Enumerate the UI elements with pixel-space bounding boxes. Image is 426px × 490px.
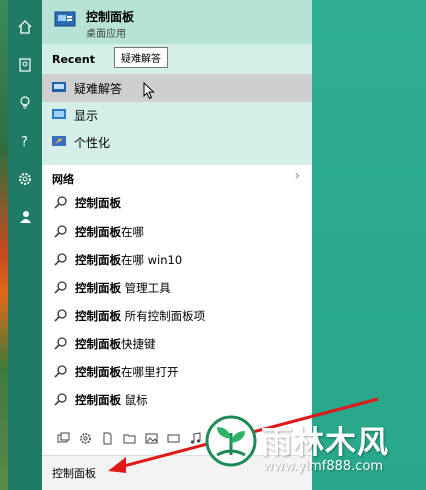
recent-item-label: 显示 <box>74 108 99 123</box>
best-match-control-panel[interactable]: 控制面板 桌面应用 <box>42 0 312 44</box>
lightbulb-icon[interactable] <box>8 86 42 120</box>
music-filter-icon[interactable] <box>184 427 206 449</box>
suggestion-rest: 快捷键 <box>121 336 156 351</box>
recent-header: Recent <box>52 53 96 66</box>
search-icon <box>54 196 67 209</box>
suggestion-bold: 控制面板 <box>75 308 121 323</box>
photos-filter-icon[interactable] <box>140 427 162 449</box>
folder-filter-icon[interactable] <box>118 427 140 449</box>
notebook-icon[interactable] <box>8 48 42 82</box>
best-match-title: 控制面板 <box>86 10 135 24</box>
watermark-logo-icon <box>205 415 257 467</box>
apps-filter-icon[interactable] <box>52 427 74 449</box>
recent-item-personalize[interactable]: 个性化 <box>42 128 312 156</box>
web-suggestion[interactable]: 控制面板快捷键 <box>42 329 312 358</box>
home-icon[interactable] <box>8 10 42 44</box>
suggestion-bold: 控制面板 <box>75 195 121 210</box>
suggestion-rest: 在哪里打开 <box>121 364 179 379</box>
web-suggestion[interactable]: 控制面板 管理工具 <box>42 273 312 302</box>
recent-item-label: 个性化 <box>74 135 111 150</box>
search-icon <box>54 225 67 238</box>
web-suggestion[interactable]: 控制面板在哪 win10 <box>42 245 312 274</box>
suggestion-rest: 在哪 win10 <box>121 252 183 267</box>
search-icon <box>54 253 67 266</box>
suggestion-bold: 控制面板 <box>75 224 121 239</box>
personalize-icon <box>52 136 66 146</box>
troubleshoot-icon <box>52 82 66 92</box>
watermark-title: 雨林木风 <box>261 425 389 461</box>
svg-text:?: ? <box>21 135 28 149</box>
suggestion-rest: 在哪 <box>121 224 144 239</box>
recent-item-troubleshoot[interactable]: 疑难解答 <box>42 74 312 102</box>
display-icon <box>52 109 66 119</box>
web-suggestion[interactable]: 控制面板 鼠标 <box>42 385 312 414</box>
search-icon <box>54 309 67 322</box>
tooltip: 疑难解答 <box>114 47 168 68</box>
settings-gear-icon[interactable] <box>8 162 42 196</box>
mouse-cursor-icon <box>143 82 155 100</box>
control-panel-app-icon <box>54 11 76 27</box>
search-icon <box>54 281 67 294</box>
recent-item-label: 疑难解答 <box>74 81 123 96</box>
suggestion-bold: 控制面板 <box>75 336 121 351</box>
desktop-background-left <box>0 0 8 490</box>
suggestion-bold: 控制面板 <box>75 364 121 379</box>
videos-filter-icon[interactable] <box>162 427 184 449</box>
search-query: 控制面板 <box>52 467 96 480</box>
document-filter-icon[interactable] <box>96 427 118 449</box>
search-icon <box>54 393 67 406</box>
recent-item-display[interactable]: 显示 <box>42 101 312 129</box>
suggestion-rest: 所有控制面板项 <box>121 308 206 323</box>
suggestion-bold: 控制面板 <box>75 392 121 407</box>
suggestion-bold: 控制面板 <box>75 280 121 295</box>
start-left-rail: ? <box>8 0 42 490</box>
suggestion-rest: 管理工具 <box>121 280 171 295</box>
web-suggestion[interactable]: 控制面板 所有控制面板项 <box>42 301 312 330</box>
search-icon <box>54 365 67 378</box>
suggestion-rest: 鼠标 <box>121 392 148 407</box>
web-section-header: 网络 <box>52 173 74 186</box>
search-icon <box>54 337 67 350</box>
watermark-url: www.ylmf888.com <box>263 459 384 474</box>
suggestion-bold: 控制面板 <box>75 252 121 267</box>
web-suggestion[interactable]: 控制面板在哪 <box>42 217 312 246</box>
web-suggestion[interactable]: 控制面板在哪里打开 <box>42 357 312 386</box>
feedback-person-icon[interactable] <box>8 200 42 234</box>
watermark: 雨林木风 www.ylmf888.com <box>205 415 426 490</box>
best-match-subtitle: 桌面应用 <box>86 29 126 40</box>
chevron-right-icon[interactable]: › <box>294 168 300 184</box>
help-icon[interactable]: ? <box>8 124 42 158</box>
settings-filter-icon[interactable] <box>74 427 96 449</box>
web-suggestion[interactable]: 控制面板 <box>42 188 312 217</box>
